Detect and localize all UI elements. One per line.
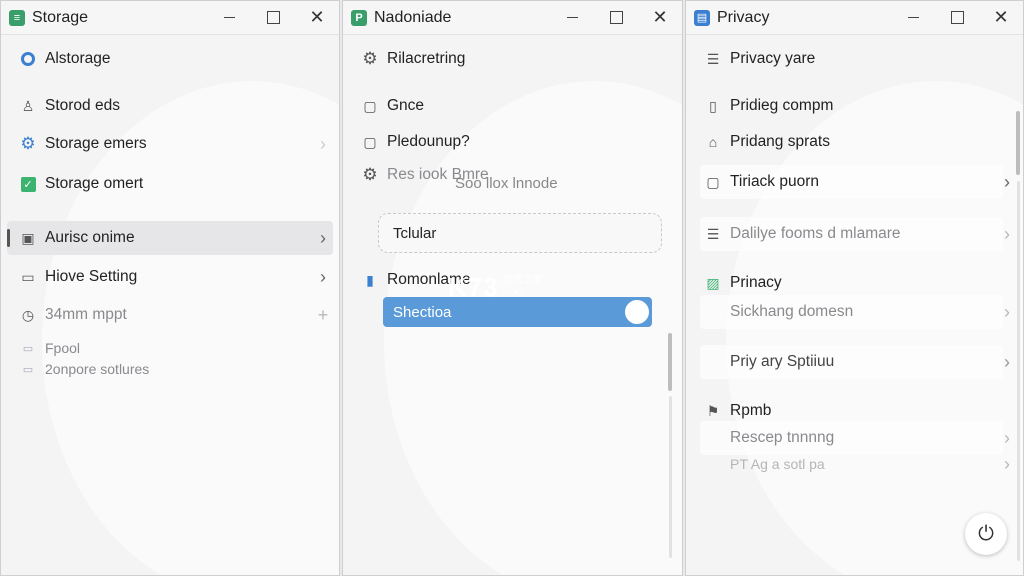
toggle-shectioa[interactable]: Shectioa bbox=[383, 297, 652, 327]
privacy-item-sickhang-domesn[interactable]: Sickhang domesn › bbox=[692, 295, 1017, 329]
nav-item-rilacretring[interactable]: ⚙ Rilacretring bbox=[349, 42, 676, 76]
flag-icon: ⚑ bbox=[706, 402, 720, 419]
toggle-label: Shectioa bbox=[393, 303, 452, 321]
storage-app-icon: ≡ bbox=[9, 9, 25, 26]
privacy-item-rescep-tnnnng[interactable]: Rescep tnnnng › bbox=[692, 421, 1017, 455]
checkbox-checked-icon: ✓ bbox=[19, 175, 37, 193]
circle-icon bbox=[19, 50, 37, 68]
maximize-button[interactable] bbox=[594, 1, 638, 35]
title-bar[interactable]: ▤ Privacy ✕ bbox=[686, 1, 1023, 35]
privacy-item-priy-ary-sptiiuu[interactable]: Priy ary Sptiiuu › bbox=[692, 345, 1017, 379]
chevron-right-icon: › bbox=[1004, 223, 1010, 244]
list-icon: ☰ bbox=[706, 50, 720, 67]
title-bar[interactable]: ≡ Storage ✕ bbox=[1, 1, 339, 35]
power-button[interactable]: ⏻ bbox=[965, 513, 1007, 555]
nav-item-alstorage[interactable]: Alstorage bbox=[7, 42, 333, 76]
clock-icon: ◷ bbox=[21, 306, 35, 323]
scrollbar-track[interactable] bbox=[669, 396, 672, 558]
close-button[interactable]: ✕ bbox=[979, 1, 1023, 35]
chevron-right-icon: › bbox=[1004, 171, 1010, 192]
nav-item-fpool[interactable]: ▭ Fpool bbox=[7, 337, 333, 359]
title-bar[interactable]: P Nadoniade ✕ bbox=[343, 1, 682, 35]
gear-icon: ⚙ bbox=[362, 165, 378, 184]
window-title: Nadoniade bbox=[374, 8, 452, 26]
image-icon: ▨ bbox=[706, 274, 720, 291]
nav-item-storage-omert[interactable]: ✓ Storage omert bbox=[7, 167, 333, 201]
toggle-switch[interactable] bbox=[625, 300, 649, 324]
nav-item-storod-eds[interactable]: ♙ Storod eds bbox=[7, 89, 333, 123]
minimize-button[interactable] bbox=[891, 1, 935, 35]
nav-item-34mm-mppt[interactable]: ◷ 34mm mppt + bbox=[7, 298, 333, 332]
close-button[interactable]: ✕ bbox=[638, 1, 682, 35]
folder-icon: ▭ bbox=[22, 363, 34, 376]
scrollbar-thumb[interactable] bbox=[668, 333, 672, 391]
nav-item-gnce[interactable]: ▢ Gnce bbox=[349, 89, 676, 123]
nav-item-pledounup[interactable]: ▢ Pledounup? bbox=[349, 125, 676, 159]
window-title: Storage bbox=[32, 8, 89, 26]
nav-item-aurisc-onime[interactable]: ▣ Aurisc onime › bbox=[7, 221, 333, 255]
gear-icon: ⚙ bbox=[362, 49, 378, 68]
close-button[interactable]: ✕ bbox=[295, 1, 339, 35]
minimize-button[interactable] bbox=[207, 1, 251, 35]
nav-item-hiove-setting[interactable]: ▭ Hiove Setting › bbox=[7, 260, 333, 294]
privacy-item-pt-ag[interactable]: PT Ag a sotl pa › bbox=[692, 453, 1017, 475]
privacy-item-pridieg-compm[interactable]: ▯ Pridieg compm bbox=[692, 89, 1017, 123]
window-icon: ▢ bbox=[706, 173, 720, 190]
chat-icon: ▢ bbox=[363, 133, 377, 150]
nadoniade-window: P Nadoniade ✕ ⚙ Rilacretring ▢ Gnce ▢ Pl… bbox=[342, 0, 683, 576]
chevron-right-icon: › bbox=[1004, 427, 1010, 448]
nav-item-2onpore-sotlures[interactable]: ▭ 2onpore sotlures bbox=[7, 358, 333, 380]
maximize-button[interactable] bbox=[251, 1, 295, 35]
chat-icon: ▢ bbox=[363, 97, 377, 114]
folder-icon: ▭ bbox=[22, 342, 34, 355]
chevron-right-icon: › bbox=[320, 227, 326, 248]
privacy-app-icon: ▤ bbox=[694, 9, 710, 26]
privacy-window: ▤ Privacy ✕ ☰ Privacy yare ▯ Pridieg com… bbox=[685, 0, 1024, 576]
privacy-item-dalilye-fooms[interactable]: ☰ Dalilye fooms d mlamare › bbox=[692, 217, 1017, 251]
calendar-icon: ▣ bbox=[21, 229, 35, 246]
minimize-button[interactable] bbox=[550, 1, 594, 35]
bookmark-icon: ▮ bbox=[366, 271, 374, 288]
scrollbar-track[interactable] bbox=[1017, 181, 1020, 561]
gear-icon: ⚙ bbox=[20, 134, 36, 153]
lock-icon: ⌂ bbox=[708, 134, 718, 150]
scrollbar-thumb[interactable] bbox=[1016, 111, 1020, 175]
phone-icon: ▯ bbox=[709, 97, 717, 114]
person-icon: ♙ bbox=[21, 97, 35, 114]
privacy-item-privacy-yare[interactable]: ☰ Privacy yare bbox=[692, 42, 1017, 76]
maximize-button[interactable] bbox=[935, 1, 979, 35]
monitor-icon: ▭ bbox=[21, 268, 35, 285]
overlay-label: Soo llox lnnode bbox=[455, 175, 558, 192]
privacy-item-pridang-sprats[interactable]: ⌂ Pridang sprats bbox=[692, 125, 1017, 159]
chevron-right-icon: › bbox=[1004, 453, 1010, 474]
nav-item-storage-emers[interactable]: ⚙ Storage emers › bbox=[7, 127, 333, 161]
privacy-item-tiriack-puorn[interactable]: ▢ Tiriack puorn › bbox=[692, 165, 1017, 199]
chevron-right-icon: › bbox=[320, 133, 326, 154]
list-icon: ☰ bbox=[706, 225, 720, 242]
notes-app-icon: P bbox=[351, 9, 367, 26]
add-icon[interactable]: + bbox=[313, 305, 333, 326]
window-title: Privacy bbox=[717, 8, 770, 26]
storage-window: ≡ Storage ✕ Alstorage ♙ Storod eds ⚙ Sto… bbox=[0, 0, 340, 576]
chevron-right-icon: › bbox=[1004, 301, 1010, 322]
chevron-right-icon: › bbox=[1004, 351, 1010, 372]
chevron-right-icon: › bbox=[320, 266, 326, 287]
nav-item-romonlame[interactable]: ▮ Romonlame bbox=[349, 263, 676, 297]
text-input[interactable]: Tclular bbox=[378, 213, 662, 253]
